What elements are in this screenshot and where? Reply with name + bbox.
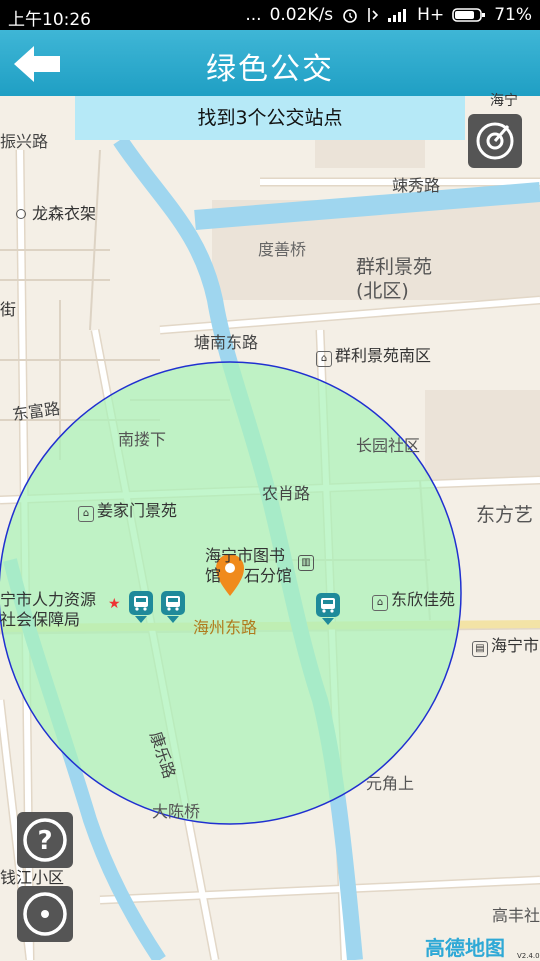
label-changyuan: 长园社区 [356,436,421,455]
title-bar: 绿色公交 [0,30,540,96]
label-nanlou: 南搂下 [118,430,167,449]
label-longsen: 龙森衣架 [16,200,96,224]
label-dongxin: ⌂ 东欣佳苑 [372,586,455,611]
government-star-icon: ★ [108,596,121,612]
label-gaofeng: 高丰社 [492,906,540,925]
poi-building-icon: ▤ [472,641,488,657]
status-right: ... 0.02K/s H+ 71% [245,5,532,25]
status-bar: 上午10:26 ... 0.02K/s H+ 71% [0,0,540,30]
label-qunli-nan-text: 群利景苑南区 [335,346,432,365]
my-location-button[interactable] [17,886,73,942]
poi-home-icon: ⌂ [316,351,332,367]
label-library-2: 馆 [205,566,222,585]
bus-stop-marker-3[interactable] [315,592,341,626]
label-haizhou: 海州东路 [193,618,258,637]
label-haining-top: 海宁 [490,93,518,109]
label-yuanjiao: 元角上 [366,774,415,793]
poi-home-icon: ⌂ [372,595,388,611]
status-network: H+ [417,5,445,25]
label-dongfang: 东方艺 [476,504,534,526]
label-haining-right-text: 海宁市 [491,636,540,655]
label-qunli-nan: ⌂ 群利景苑南区 [316,342,431,367]
status-dots: ... [245,5,262,25]
book-icon: ▥ [298,550,314,571]
radar-locate-icon [476,122,514,160]
label-hr-2: 社会保障局 [0,610,81,629]
status-battery: 71% [494,5,532,25]
page-title: 绿色公交 [206,52,334,87]
label-qunli: 群利景苑 [356,256,433,278]
label-dongxin-text: 东欣佳苑 [391,590,456,609]
label-tangnan: 塘南东路 [194,333,259,352]
label-zhenxing: 振兴路 [0,132,49,151]
help-icon: ? [23,818,67,862]
label-ji: 街 [0,300,17,319]
label-nongxiao: 农肖路 [262,484,311,503]
label-longsen-text: 龙森衣架 [32,204,97,223]
label-dushan: 度善桥 [258,240,307,259]
alarm-icon [343,9,357,23]
version-label: V2.4.0 [517,952,540,960]
result-banner: 找到3个公交站点 [75,96,465,140]
gaode-logo: 高德地图 [425,936,505,960]
vibrate-icon [368,8,379,22]
help-button[interactable]: ? [17,812,73,868]
bus-stop-marker-2[interactable] [160,590,186,624]
label-jiangjiamen: ⌂ 姜家门景苑 [78,497,177,522]
svg-text:?: ? [37,826,52,856]
map-view[interactable] [0,96,540,960]
my-location-icon [23,892,67,936]
status-speed: 0.02K/s [269,5,334,25]
locate-button[interactable] [468,114,522,168]
label-haining-right: ▤ 海宁市 [472,632,539,657]
status-time: 上午10:26 [8,10,91,30]
poi-home-icon: ⌂ [78,506,94,522]
bus-stop-marker-1[interactable] [128,590,154,624]
label-library-3: 石分馆 [244,566,293,585]
label-jiangjiamen-text: 姜家门景苑 [97,501,178,520]
signal-icon [388,9,407,22]
label-qunli-beiqu: (北区) [356,280,409,302]
battery-icon [452,8,486,22]
label-lianxiu: 竦秀路 [392,176,441,195]
label-dachen: 大陈桥 [152,802,201,821]
